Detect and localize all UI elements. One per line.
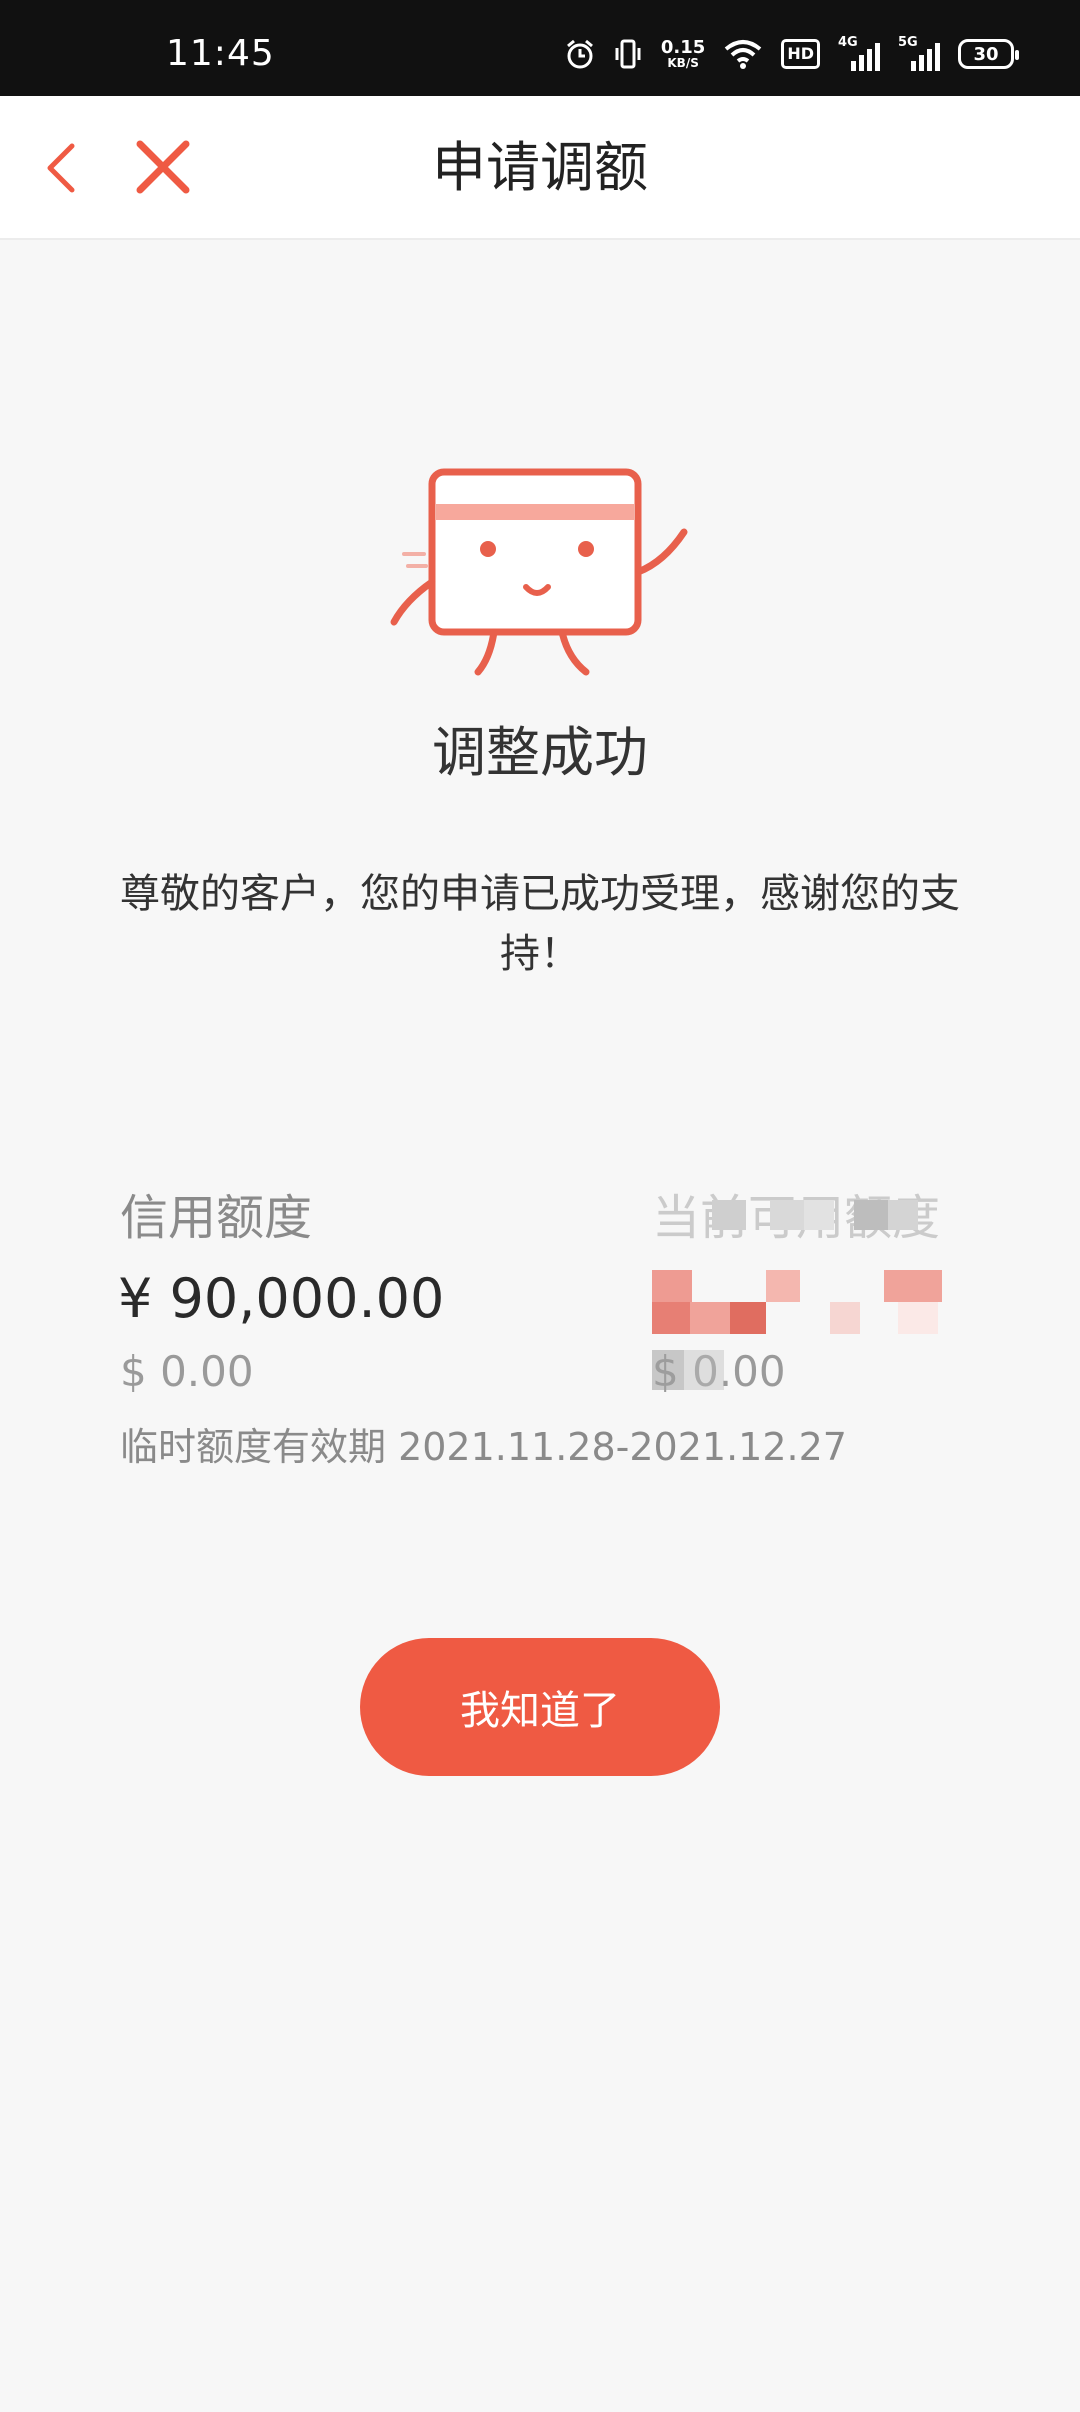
status-bar: 11:45 0.15 KB/S HD 4G 5G 30: [0, 0, 1080, 96]
credit-limit-amount: ¥ 90,000.00: [118, 1267, 445, 1330]
alarm-icon: [566, 39, 593, 69]
vibrate-icon: [615, 39, 641, 69]
credit-limit-label: 信用额度: [120, 1190, 313, 1246]
signal-5g-icon: 5G: [898, 35, 940, 71]
battery-icon: 30: [958, 39, 1019, 69]
status-icons: 0.15 KB/S HD 4G 5G 30: [565, 34, 1019, 74]
wifi-icon: [725, 40, 762, 69]
temp-limit-period: 临时额度有效期 2021.11.28-2021.12.27: [120, 1425, 847, 1469]
available-limit-usd: $ 0.00: [652, 1347, 786, 1396]
result-message: 尊敬的客户，您的申请已成功受理，感谢您的支持！: [120, 871, 960, 977]
acknowledge-button[interactable]: 我知道了: [360, 1638, 720, 1776]
available-limit-label: 当前可用额度: [652, 1190, 941, 1246]
result-title: 调整成功: [432, 721, 648, 784]
nav-bar: 申请调额: [0, 96, 1080, 240]
page-title: 申请调额: [432, 136, 648, 199]
app-screen: 11:45 0.15 KB/S HD 4G 5G 30 申请调额 调整成功 尊敬…: [0, 0, 1080, 2412]
hd-icon: HD: [781, 39, 820, 69]
credit-limit-usd: $ 0.00: [120, 1347, 254, 1396]
card-mascot-icon: [390, 468, 688, 676]
status-time: 11:45: [166, 33, 275, 74]
net-speed: 0.15 KB/S: [660, 37, 706, 70]
net-speed-unit: KB/S: [667, 56, 699, 70]
net-speed-value: 0.15: [660, 37, 706, 58]
signal-4g-icon: 4G: [838, 35, 880, 71]
